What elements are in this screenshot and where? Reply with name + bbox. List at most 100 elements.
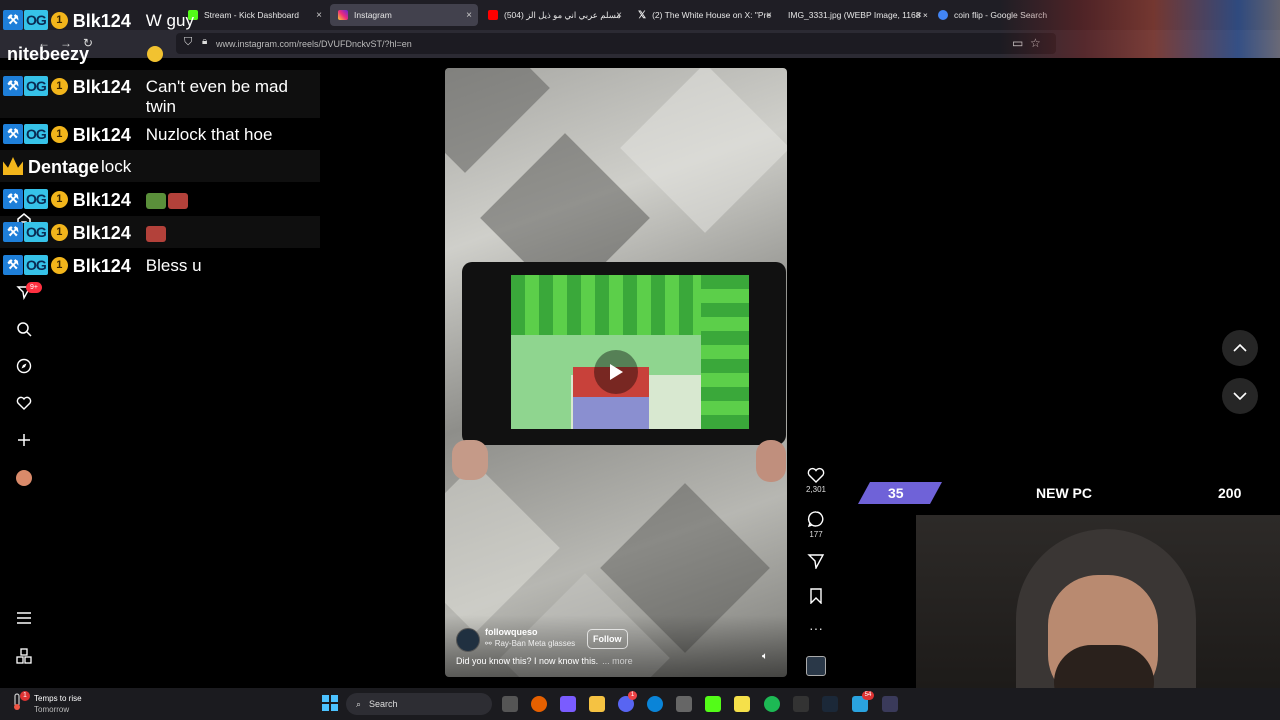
windows-start-icon[interactable]: [322, 695, 338, 711]
like-button[interactable]: 2,301: [803, 467, 829, 494]
chat-message: ⚒ OG 1 Blk124 W guy: [0, 4, 320, 38]
chat-username[interactable]: Blk124: [73, 256, 143, 277]
face-emote-icon: [167, 192, 188, 209]
tab-image[interactable]: IMG_3331.jpg (WEBP Image, 1168 × ×: [780, 4, 928, 26]
heart-notifications-icon[interactable]: [14, 393, 34, 413]
comment-count: 177: [809, 530, 823, 539]
chat-message: ⚒ OG 1 Blk124: [0, 216, 320, 248]
youtube-favicon-icon: [488, 10, 498, 20]
audio-thumbnail[interactable]: [806, 656, 826, 676]
quilt-patch: [445, 68, 550, 173]
more-link[interactable]: ... more: [602, 656, 633, 666]
audio-info[interactable]: ⚯ Ray-Ban Meta glasses: [485, 639, 575, 648]
copilot-icon[interactable]: [560, 696, 576, 712]
follow-button[interactable]: Follow: [587, 629, 628, 649]
og-badge: OG: [24, 124, 48, 144]
sticky-notes-icon[interactable]: [734, 696, 750, 712]
chat-username[interactable]: Blk124: [73, 125, 143, 146]
chat-username[interactable]: Blk124: [73, 11, 143, 32]
author-avatar[interactable]: [456, 628, 480, 652]
author-username[interactable]: followqueso: [485, 627, 538, 637]
app-icon[interactable]: [882, 696, 898, 712]
quilt-patch: [620, 68, 787, 233]
discord-badge: 1: [628, 691, 637, 700]
tab-instagram[interactable]: Instagram ×: [330, 4, 478, 26]
instagram-favicon-icon: [338, 10, 348, 20]
chevron-up-icon: [1233, 344, 1247, 352]
play-icon: [610, 364, 623, 380]
save-button[interactable]: [803, 588, 829, 606]
og-badge: OG: [24, 255, 48, 275]
search-icon[interactable]: [14, 319, 34, 339]
chat-username[interactable]: nitebeezy: [7, 44, 147, 65]
menu-hamburger-icon[interactable]: [14, 608, 34, 628]
crocodile-emote-icon: [145, 192, 166, 209]
face-emote-icon: [145, 225, 166, 242]
tab-youtube[interactable]: (504) مسلم عربي اني مو ذيل الز ×: [480, 4, 628, 26]
chat-username[interactable]: Blk124: [73, 223, 143, 244]
more-options-icon[interactable]: ···: [803, 620, 829, 636]
moderator-badge-icon: ⚒: [3, 10, 23, 30]
moderator-badge-icon: ⚒: [3, 124, 23, 144]
next-reel-button[interactable]: [1222, 378, 1258, 414]
right-hand: [756, 440, 786, 482]
chat-text: Can't even be mad twin: [145, 77, 288, 116]
tab-label: (504) مسلم عربي اني مو ذيل الز: [504, 9, 621, 20]
taskbar-search-placeholder: Search: [369, 699, 398, 709]
glasses-icon: ⚯: [485, 639, 492, 648]
profile-avatar[interactable]: [14, 468, 34, 488]
sunglasses-emote-icon: [147, 46, 163, 62]
tab-label: IMG_3331.jpg (WEBP Image, 1168 ×: [788, 10, 928, 20]
obs-icon[interactable]: [793, 696, 809, 712]
subscriber-badge: 1: [50, 77, 68, 95]
taskbar-search-box[interactable]: ⌕ Search: [346, 693, 492, 715]
comment-button[interactable]: 177: [803, 510, 829, 539]
close-tab-icon[interactable]: ×: [616, 10, 622, 21]
audio-label: Ray-Ban Meta glasses: [494, 639, 576, 648]
weather-badge: 1: [20, 691, 30, 701]
subscriber-badge: 1: [50, 125, 68, 143]
moderator-badge-icon: ⚒: [3, 255, 23, 275]
og-badge: OG: [24, 76, 48, 96]
close-tab-icon[interactable]: ×: [916, 10, 922, 21]
chat-message: ⚒ OG 1 Blk124: [0, 183, 320, 215]
telegram-badge: 54: [862, 691, 874, 700]
chat-emotes: [145, 190, 190, 210]
chat-text: W guy: [145, 11, 194, 30]
tab-x[interactable]: 𝕏 (2) The White House on X: "Pre ×: [630, 4, 778, 26]
store-icon[interactable]: [676, 696, 692, 712]
chat-text: Nuzlock that hoe: [145, 125, 273, 144]
chat-username[interactable]: Dentage: [28, 157, 99, 178]
stream-art-overlay: [1000, 0, 1280, 58]
goal-current: 35: [888, 485, 904, 501]
also-from-meta-icon[interactable]: [14, 646, 34, 666]
edge-icon[interactable]: [647, 696, 663, 712]
explore-compass-icon[interactable]: [14, 356, 34, 376]
game-screen: [511, 275, 749, 429]
windows-taskbar: [0, 688, 1280, 720]
moderator-badge-icon: ⚒: [3, 76, 23, 96]
chat-username[interactable]: Blk124: [73, 77, 143, 98]
weather-title[interactable]: Temps to rise: [34, 694, 82, 703]
weather-subtitle: Tomorrow: [34, 705, 70, 714]
spotify-icon[interactable]: [764, 696, 780, 712]
moderator-badge-icon: ⚒: [3, 222, 23, 242]
task-view-icon[interactable]: [502, 696, 518, 712]
kick-icon[interactable]: [705, 696, 721, 712]
google-favicon-icon: [938, 10, 948, 20]
chat-message: nitebeezy: [0, 38, 320, 68]
file-explorer-icon[interactable]: [589, 696, 605, 712]
chat-username[interactable]: Blk124: [73, 190, 143, 211]
firefox-icon[interactable]: [531, 696, 547, 712]
steam-icon[interactable]: [822, 696, 838, 712]
close-tab-icon[interactable]: ×: [466, 10, 472, 21]
og-badge: OG: [24, 189, 48, 209]
previous-reel-button[interactable]: [1222, 330, 1258, 366]
goal-bar: 35 NEW PC 200: [858, 482, 1280, 504]
share-button[interactable]: [803, 553, 829, 571]
create-plus-icon[interactable]: [14, 430, 34, 450]
mute-speaker-icon[interactable]: 🔈︎: [762, 651, 768, 662]
chat-message: ⚒ OG 1 Blk124 Bless u: [0, 249, 320, 281]
close-tab-icon[interactable]: ×: [766, 10, 772, 21]
play-button[interactable]: [594, 350, 638, 394]
